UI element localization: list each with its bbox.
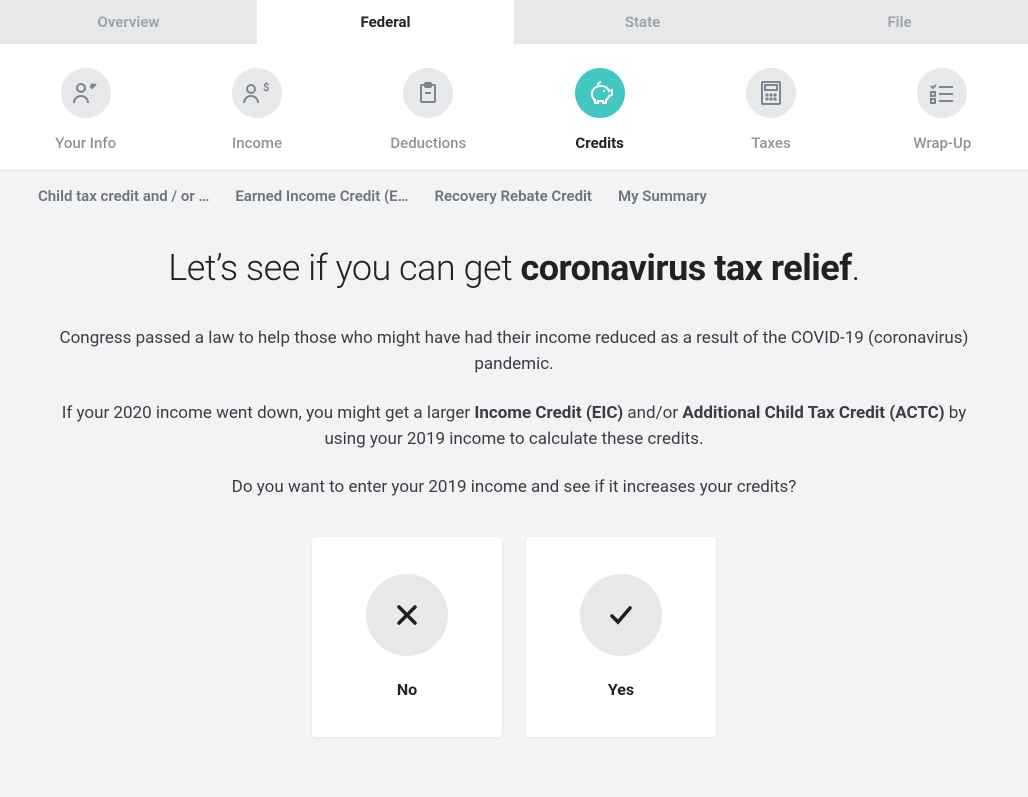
calculator-icon (746, 68, 796, 118)
person-icon (61, 68, 111, 118)
breadcrumb-item[interactable]: Recovery Rebate Credit (435, 187, 592, 205)
step-your-info[interactable]: Your Info (0, 68, 171, 152)
checklist-icon (917, 68, 967, 118)
title-prefix: Let’s see if you can get (168, 247, 520, 289)
step-label: Wrap-Up (857, 134, 1028, 152)
breadcrumb-item[interactable]: Earned Income Credit (E… (235, 187, 408, 205)
step-label: Taxes (685, 134, 856, 152)
step-deductions[interactable]: Deductions (343, 68, 514, 152)
step-income[interactable]: $ Income (171, 68, 342, 152)
breadcrumb-item[interactable]: Child tax credit and / or … (38, 187, 209, 205)
breadcrumb: Child tax credit and / or … Earned Incom… (0, 171, 1028, 221)
paragraph-3: Do you want to enter your 2019 income an… (40, 474, 988, 500)
paragraph-1: Congress passed a law to help those who … (40, 325, 988, 378)
choice-row: No Yes (40, 537, 988, 737)
tab-file[interactable]: File (771, 0, 1028, 44)
tab-federal[interactable]: Federal (257, 0, 514, 44)
choice-yes-label: Yes (608, 680, 634, 699)
step-credits[interactable]: Credits (514, 68, 685, 152)
step-label: Credits (514, 134, 685, 152)
top-tab-bar: Overview Federal State File (0, 0, 1028, 44)
breadcrumb-item[interactable]: My Summary (618, 187, 707, 205)
step-taxes[interactable]: Taxes (685, 68, 856, 152)
step-nav: Your Info $ Income Deductions (0, 44, 1028, 171)
step-label: Your Info (0, 134, 171, 152)
choice-no-label: No (397, 680, 417, 699)
money-icon: $ (232, 68, 282, 118)
paragraph-2: If your 2020 income went down, you might… (40, 400, 988, 453)
p2-a: If your 2020 income went down, you might… (62, 403, 475, 423)
svg-text:$: $ (263, 81, 269, 94)
check-icon (580, 574, 662, 656)
choice-yes[interactable]: Yes (526, 537, 716, 737)
step-label: Income (171, 134, 342, 152)
step-label: Deductions (343, 134, 514, 152)
page-title: Let’s see if you can get coronavirus tax… (40, 247, 988, 289)
title-bold: coronavirus tax relief (520, 247, 851, 289)
p2-bold-1: Income Credit (EIC) (474, 403, 623, 423)
main-content: Let’s see if you can get coronavirus tax… (0, 221, 1028, 797)
p2-bold-2: Additional Child Tax Credit (ACTC) (682, 403, 944, 423)
tab-overview[interactable]: Overview (0, 0, 257, 44)
title-suffix: . (852, 247, 860, 289)
piggy-icon (575, 68, 625, 118)
p2-mid: and/or (623, 403, 682, 423)
step-wrap-up[interactable]: Wrap-Up (857, 68, 1028, 152)
x-icon (366, 574, 448, 656)
tab-state[interactable]: State (514, 0, 771, 44)
choice-no[interactable]: No (312, 537, 502, 737)
clipboard-icon (403, 68, 453, 118)
